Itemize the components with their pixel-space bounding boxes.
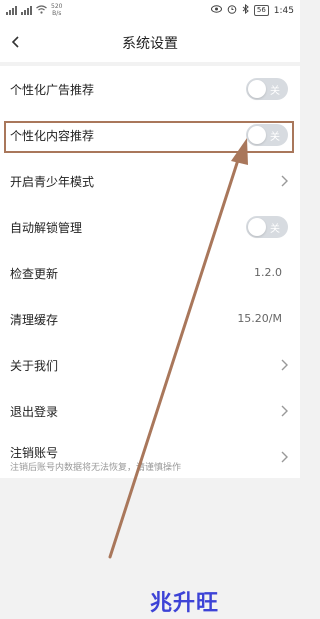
setting-clear-cache[interactable]: 清理缓存 15.20/M: [0, 296, 300, 342]
eye-icon: [210, 5, 222, 16]
chevron-right-icon: [281, 175, 288, 187]
status-left: 520 B/s: [6, 3, 62, 17]
version-value: 1.2.0: [254, 266, 282, 279]
setting-label: 关于我们: [10, 359, 59, 373]
setting-label: 注销账号: [10, 446, 59, 460]
toggle-knob: [248, 80, 266, 98]
setting-label: 自动解锁管理: [10, 221, 83, 235]
setting-label: 退出登录: [10, 405, 59, 419]
status-bar: 520 B/s 56 1:45: [0, 0, 300, 22]
cancel-account-warning: 注销后账号内数据将无法恢复，请谨慎操作: [10, 463, 182, 473]
setting-check-update[interactable]: 检查更新 1.2.0: [0, 250, 300, 296]
ad-recommend-toggle[interactable]: 关: [246, 78, 288, 100]
cache-size-value: 15.20/M: [237, 312, 282, 325]
watermark-logo: 兆升旺: [150, 591, 220, 616]
battery-icon: 56: [253, 5, 269, 16]
setting-about[interactable]: 关于我们: [0, 342, 300, 388]
setting-label: 个性化广告推荐: [10, 83, 95, 97]
toggle-text: 关: [270, 224, 280, 235]
wifi-icon: [36, 4, 47, 16]
alarm-icon: [227, 4, 237, 17]
setting-auto-unlock: 自动解锁管理 关: [0, 204, 300, 250]
clock-time: 1:45: [273, 5, 294, 16]
setting-logout[interactable]: 退出登录: [0, 388, 300, 434]
status-right: 56 1:45: [210, 3, 294, 17]
bluetooth-icon: [242, 3, 249, 17]
setting-cancel-account[interactable]: 注销账号 注销后账号内数据将无法恢复，请谨慎操作: [0, 434, 300, 480]
setting-ad-recommend: 个性化广告推荐 关: [0, 66, 300, 112]
nav-bar: 系统设置: [0, 22, 300, 62]
highlight-box: [4, 121, 294, 153]
network-speed: 520 B/s: [51, 3, 63, 17]
chevron-right-icon: [281, 451, 288, 463]
signal-icon: [6, 5, 17, 15]
auto-unlock-toggle[interactable]: 关: [246, 216, 288, 238]
signal-icon-2: [21, 5, 32, 15]
setting-label: 检查更新: [10, 267, 59, 281]
setting-label: 开启青少年模式: [10, 175, 95, 189]
page-title: 系统设置: [122, 36, 178, 52]
toggle-text: 关: [270, 86, 280, 97]
chevron-right-icon: [281, 359, 288, 371]
toggle-knob: [248, 218, 266, 236]
setting-teen-mode[interactable]: 开启青少年模式: [0, 158, 300, 204]
setting-label: 清理缓存: [10, 313, 59, 327]
chevron-right-icon: [281, 405, 288, 417]
